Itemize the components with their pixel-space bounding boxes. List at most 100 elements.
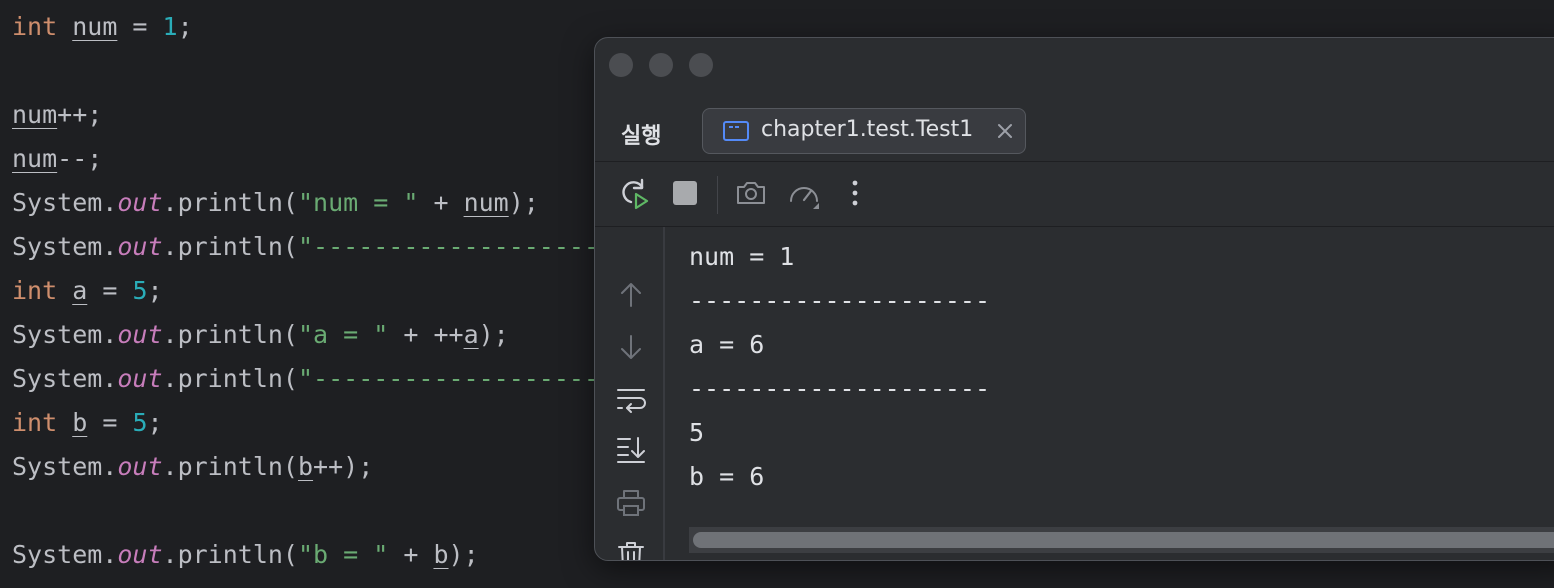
code-token: + ++ bbox=[388, 320, 464, 349]
code-token: out bbox=[117, 364, 163, 393]
scroll-to-end-icon[interactable] bbox=[615, 433, 647, 465]
code-line[interactable]: int num = 1; bbox=[12, 5, 193, 49]
code-token: ; bbox=[147, 276, 163, 305]
console-output-line: -------------------- bbox=[689, 374, 991, 403]
code-token: ++); bbox=[313, 452, 374, 481]
code-token: "a = " bbox=[297, 320, 389, 349]
console-output-line: -------------------- bbox=[689, 286, 991, 315]
code-token: b bbox=[297, 452, 314, 481]
code-token: out bbox=[117, 232, 163, 261]
code-token: ++; bbox=[57, 100, 103, 129]
code-token: + bbox=[418, 188, 464, 217]
code-line[interactable]: int b = 5; bbox=[12, 401, 163, 445]
code-token: "------------------- bbox=[297, 232, 600, 261]
code-token: b bbox=[72, 408, 88, 437]
camera-icon[interactable] bbox=[734, 176, 768, 210]
close-icon[interactable] bbox=[993, 119, 1017, 143]
code-token: System. bbox=[12, 320, 118, 349]
code-line[interactable]: System.out.println("------------------- bbox=[12, 357, 599, 401]
code-token: num bbox=[12, 144, 58, 173]
code-token: "num = " bbox=[297, 188, 419, 217]
code-token: int bbox=[12, 408, 58, 437]
console-side-toolbar bbox=[595, 227, 663, 560]
console-output-line: num = 1 bbox=[689, 242, 795, 271]
run-configuration-tab[interactable]: chapter1.test.Test1 bbox=[702, 108, 1026, 154]
code-token: 1 bbox=[162, 12, 178, 41]
code-token: .println( bbox=[162, 188, 298, 217]
print-icon[interactable] bbox=[615, 487, 647, 519]
code-token: System. bbox=[12, 540, 118, 569]
window-zoom-dot[interactable] bbox=[689, 53, 713, 77]
code-token: int bbox=[12, 276, 58, 305]
tool-window-header: 실행 chapter1.test.Test1 bbox=[595, 106, 1554, 162]
code-line[interactable]: System.out.println("b = " + b); bbox=[12, 533, 479, 577]
code-token: a bbox=[463, 320, 479, 349]
console-output-line: b = 6 bbox=[689, 462, 765, 491]
code-line[interactable]: System.out.println("num = " + num); bbox=[12, 181, 539, 225]
code-token: num bbox=[72, 12, 118, 41]
code-token: System. bbox=[12, 364, 118, 393]
code-token: int bbox=[12, 12, 58, 41]
code-token: "------------------- bbox=[297, 364, 600, 393]
arrow-down-icon[interactable] bbox=[615, 331, 647, 363]
trash-icon[interactable] bbox=[615, 539, 647, 560]
code-token: 5 bbox=[132, 276, 148, 305]
profiler-gauge-icon[interactable] bbox=[787, 176, 821, 210]
toolbar-separator bbox=[717, 176, 718, 214]
code-token: ); bbox=[478, 320, 509, 349]
tool-window-title: 실행 bbox=[621, 124, 662, 149]
more-vertical-icon[interactable] bbox=[838, 176, 872, 210]
code-token: 5 bbox=[132, 408, 148, 437]
code-token: + bbox=[388, 540, 434, 569]
code-token: .println( bbox=[162, 452, 298, 481]
code-token: ; bbox=[177, 12, 193, 41]
code-token: System. bbox=[12, 452, 118, 481]
window-minimize-dot[interactable] bbox=[649, 53, 673, 77]
code-token: b bbox=[433, 540, 449, 569]
code-line[interactable]: int a = 5; bbox=[12, 269, 163, 313]
code-token: .println( bbox=[162, 320, 298, 349]
code-token: num bbox=[463, 188, 509, 217]
run-toolbar bbox=[595, 162, 1554, 226]
code-token: ; bbox=[147, 408, 163, 437]
code-token: out bbox=[117, 188, 163, 217]
console-output-line: 5 bbox=[689, 418, 705, 447]
code-token: out bbox=[117, 320, 163, 349]
code-token: .println( bbox=[162, 232, 298, 261]
code-line[interactable]: System.out.println("a = " + ++a); bbox=[12, 313, 509, 357]
code-token: ); bbox=[508, 188, 539, 217]
horizontal-scrollbar[interactable] bbox=[689, 527, 1554, 553]
code-token: num bbox=[12, 100, 58, 129]
scrollbar-thumb[interactable] bbox=[693, 532, 1554, 548]
code-token: --; bbox=[57, 144, 103, 173]
code-token: ); bbox=[448, 540, 479, 569]
run-tool-window: 실행 chapter1.test.Test1 num = 1 ---------… bbox=[594, 37, 1554, 561]
console-window-icon bbox=[723, 121, 749, 141]
console-output[interactable]: num = 1 -------------------- a = 6 -----… bbox=[665, 227, 1554, 560]
stop-icon[interactable] bbox=[668, 176, 702, 210]
code-token: = bbox=[87, 408, 133, 437]
arrow-up-icon[interactable] bbox=[615, 279, 647, 311]
code-token: a bbox=[72, 276, 88, 305]
run-tab-label: chapter1.test.Test1 bbox=[761, 117, 974, 142]
code-token: = bbox=[87, 276, 133, 305]
code-line[interactable]: num++; bbox=[12, 93, 102, 137]
code-token: out bbox=[117, 452, 163, 481]
code-token: System. bbox=[12, 188, 118, 217]
console-output-line: a = 6 bbox=[689, 330, 765, 359]
code-line[interactable]: num--; bbox=[12, 137, 102, 181]
code-token: "b = " bbox=[297, 540, 389, 569]
soft-wrap-icon[interactable] bbox=[615, 383, 647, 415]
rerun-icon[interactable] bbox=[617, 176, 651, 210]
code-token: out bbox=[117, 540, 163, 569]
code-line[interactable]: System.out.println("------------------- bbox=[12, 225, 599, 269]
code-token: .println( bbox=[162, 540, 298, 569]
code-line[interactable]: System.out.println(b++); bbox=[12, 445, 373, 489]
code-token: .println( bbox=[162, 364, 298, 393]
window-close-dot[interactable] bbox=[609, 53, 633, 77]
code-token: System. bbox=[12, 232, 118, 261]
code-token: = bbox=[117, 12, 163, 41]
